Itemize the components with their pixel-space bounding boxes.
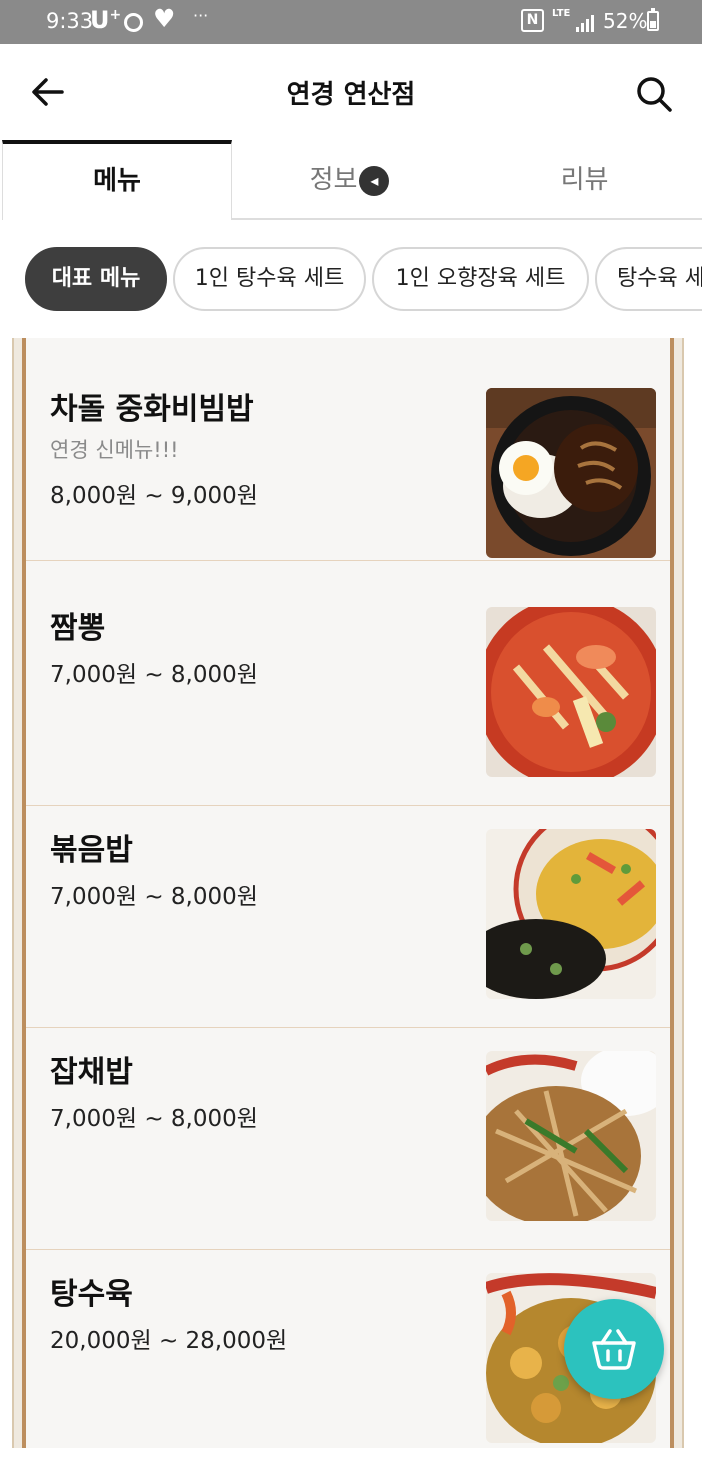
battery-percent: 52% xyxy=(603,9,648,33)
battery-icon xyxy=(647,8,659,31)
chip-signature-menu[interactable]: 대표 메뉴 xyxy=(25,247,167,311)
menu-item-name: 탕수육 xyxy=(50,1277,133,1312)
menu-item[interactable]: 차돌 중화비빔밥 연경 신메뉴!!! 8,000원 ~ 9,000원 xyxy=(26,338,670,561)
tab-menu[interactable]: 메뉴 xyxy=(2,140,232,220)
menu-item[interactable]: 잡채밥 7,000원 ~ 8,000원 xyxy=(26,1027,670,1250)
japchae-rice-photo xyxy=(486,1051,656,1221)
cart-button[interactable] xyxy=(564,1299,664,1399)
tab-review[interactable]: 리뷰 xyxy=(467,140,702,220)
megaphone-icon: ◂ xyxy=(359,165,390,196)
lte-icon: LTE xyxy=(552,8,571,19)
status-time: 9:33 xyxy=(46,9,94,33)
signal-icon xyxy=(576,12,598,32)
search-button[interactable] xyxy=(634,74,674,114)
menu-item-name: 짬뽕 xyxy=(50,611,106,646)
tab-info[interactable]: 정보 ◂ xyxy=(232,140,467,220)
tab-bar: 메뉴 정보 ◂ 리뷰 xyxy=(0,140,702,220)
page-title: 연경 연산점 xyxy=(286,80,416,110)
menu-item-name: 차돌 중화비빔밥 xyxy=(50,392,254,427)
category-chips: 대표 메뉴 1인 탕수육 세트 1인 오향장육 세트 탕수육 세 xyxy=(0,220,702,338)
menu-board: 차돌 중화비빔밥 연경 신메뉴!!! 8,000원 ~ 9,000원 짬뽕 7,… xyxy=(12,338,684,1448)
fried-rice-photo xyxy=(486,829,656,999)
ring-icon xyxy=(124,13,143,32)
app-header: 연경 연산점 xyxy=(0,44,702,140)
menu-item-price: 20,000원 ~ 28,000원 xyxy=(50,1328,288,1354)
chip-single-tangsuyuk-set[interactable]: 1인 탕수육 세트 xyxy=(173,247,366,311)
menu-item[interactable]: 짬뽕 7,000원 ~ 8,000원 xyxy=(26,583,670,806)
basket-icon xyxy=(592,1329,636,1370)
menu-list: 차돌 중화비빔밥 연경 신메뉴!!! 8,000원 ~ 9,000원 짬뽕 7,… xyxy=(22,338,674,1448)
menu-item-price: 7,000원 ~ 8,000원 xyxy=(50,884,258,910)
chip-tangsuyuk-set[interactable]: 탕수육 세 xyxy=(595,247,702,311)
menu-item-description: 연경 신메뉴!!! xyxy=(50,438,179,462)
heart-icon: ♥ xyxy=(153,4,176,33)
bibimbap-photo xyxy=(486,388,656,558)
menu-item-name: 잡채밥 xyxy=(50,1055,133,1090)
carrier-logo: U+ xyxy=(90,6,122,34)
menu-item-name: 볶음밥 xyxy=(50,833,133,868)
jjamppong-photo xyxy=(486,607,656,777)
menu-item-price: 7,000원 ~ 8,000원 xyxy=(50,1106,258,1132)
menu-item-price: 8,000원 ~ 9,000원 xyxy=(50,483,258,509)
menu-item-price: 7,000원 ~ 8,000원 xyxy=(50,662,258,688)
search-icon xyxy=(637,77,672,112)
chip-single-ohyang-set[interactable]: 1인 오향장육 세트 xyxy=(372,247,589,311)
menu-item[interactable]: 볶음밥 7,000원 ~ 8,000원 xyxy=(26,805,670,1028)
more-notifications-icon: ··· xyxy=(193,6,209,25)
nfc-icon: N xyxy=(521,9,544,32)
status-bar: 9:33 U+ ♥ ··· N LTE 52% xyxy=(0,0,702,44)
